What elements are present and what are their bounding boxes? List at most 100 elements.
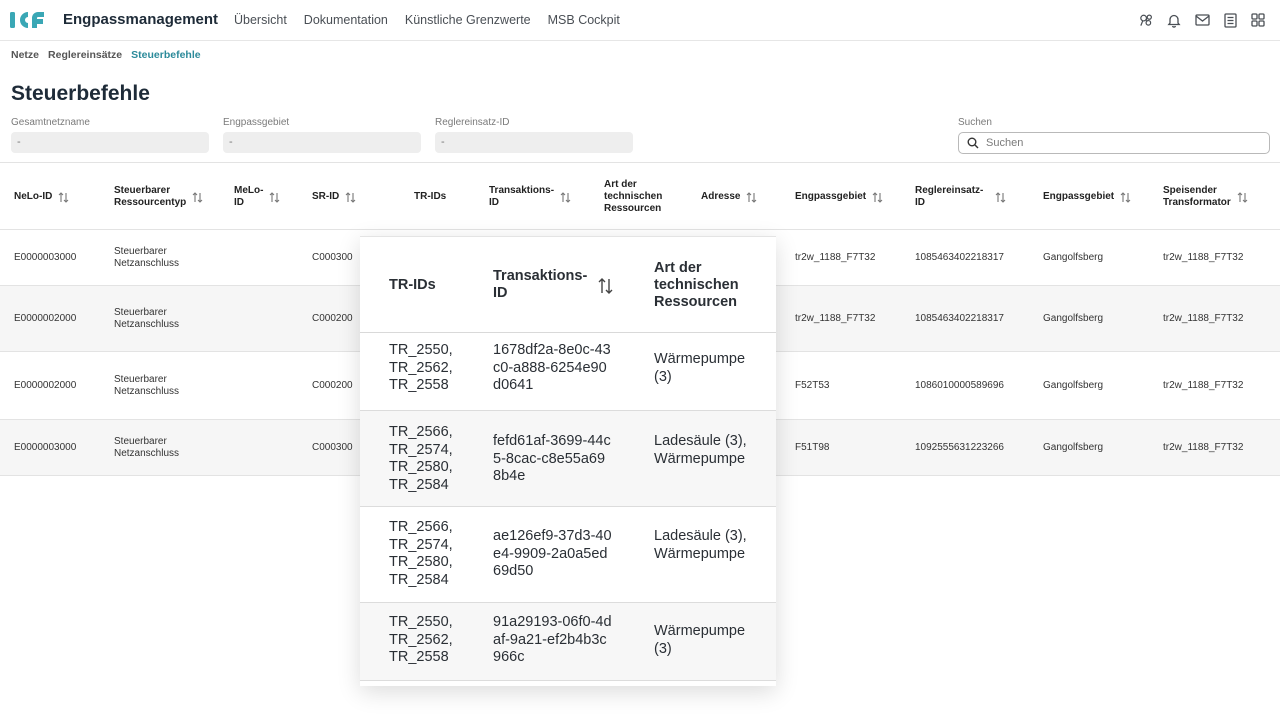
column-header-art-ressourcen[interactable]: Art der technischen Ressourcen (604, 163, 674, 231)
search-icon (967, 137, 979, 149)
search-filter: Suchen (958, 117, 1270, 154)
top-icon-group (1138, 12, 1266, 28)
cell-ressourcentyp: Steuerbarer Netzanschluss (114, 373, 180, 397)
column-header-label: Speisender Transformator (1163, 185, 1231, 208)
document-icon[interactable] (1222, 12, 1238, 28)
column-header-nelo-id[interactable]: NeLo-ID (14, 163, 69, 231)
table-header: NeLo-ID Steuerbarer Ressourcentyp MeLo-I… (0, 162, 1280, 230)
cell-ressourcentyp: Steuerbarer Netzanschluss (114, 306, 180, 330)
column-header-engpassgebiet-2[interactable]: Engpassgebiet (1043, 163, 1131, 231)
overlay-header-tr-ids[interactable]: TR-IDs (389, 277, 436, 294)
column-header-label: Transaktions-ID (489, 185, 555, 208)
column-header-melo-id[interactable]: MeLo-ID (234, 163, 280, 231)
column-header-sr-id[interactable]: SR-ID (312, 163, 356, 231)
breadcrumb-reglereinsaetze[interactable]: Reglereinsätze (48, 49, 122, 61)
network-icon[interactable] (1138, 12, 1154, 28)
breadcrumb: Netze Reglereinsätze Steuerbefehle (11, 49, 201, 61)
search-label: Suchen (958, 117, 992, 128)
cell-nelo-id: E0000002000 (14, 379, 77, 391)
cell-reglereinsatz-id: 1085463402218317 (915, 312, 1004, 324)
sort-icon[interactable] (1120, 191, 1131, 203)
column-header-speisender-transformator[interactable]: Speisender Transformator (1163, 163, 1248, 231)
column-header-reglereinsatz-id[interactable]: Reglereinsatz-ID (915, 163, 1006, 231)
sort-icon[interactable] (58, 191, 69, 203)
nav-item-kuenstliche-grenzwerte[interactable]: Künstliche Grenzwerte (405, 13, 531, 27)
cell-engpassgebiet-2: Gangolfsberg (1043, 441, 1104, 453)
cell-sr-id: C000200 (312, 379, 353, 391)
overlay-cell-tr-ids: TR_2550, TR_2562, TR_2558 (389, 342, 453, 393)
overlay-cell-tr-ids: TR_2550, TR_2562, TR_2558 (389, 614, 453, 665)
cell-sr-id: C000200 (312, 312, 353, 324)
sort-icon[interactable] (746, 191, 757, 203)
sort-icon[interactable] (192, 191, 203, 203)
overlay-cell-tr-ids: TR_2566, TR_2574, TR_2580, TR_2584 (389, 424, 453, 493)
column-header-label: Adresse (701, 191, 741, 202)
cell-transformator: tr2w_1188_F7T32 (1163, 251, 1244, 263)
overlay-cell-transaktions-id: 1678df2a-8e0c-43c0-a888-6254e90d0641 (493, 342, 611, 393)
filter-label: Gesamtnetzname (11, 117, 90, 128)
cell-nelo-id: E0000002000 (14, 312, 77, 324)
overlay-row[interactable]: TR_2566, TR_2574, TR_2580, TR_2584 fefd6… (360, 411, 776, 507)
grid-icon[interactable] (1250, 12, 1266, 28)
zoomed-columns-overlay: TR-IDs Transaktions-ID Art der technisch… (360, 236, 776, 686)
filter-reglereinsatz-id: Reglereinsatz-ID - (435, 117, 633, 153)
cell-engpassgebiet-2: Gangolfsberg (1043, 251, 1104, 263)
column-header-ressourcentyp[interactable]: Steuerbarer Ressourcentyp (114, 163, 203, 231)
mail-icon[interactable] (1194, 12, 1210, 28)
column-header-adresse[interactable]: Adresse (701, 163, 757, 231)
sort-icon[interactable] (1237, 191, 1248, 203)
breadcrumb-netze[interactable]: Netze (11, 49, 39, 61)
column-header-label: MeLo-ID (234, 185, 264, 208)
app-title[interactable]: Engpassmanagement (63, 11, 218, 28)
overlay-row[interactable]: TR_2566, TR_2574, TR_2580, TR_2584 ae126… (360, 507, 776, 603)
overlay-row[interactable]: TR_2550, TR_2562, TR_2558 1678df2a-8e0c-… (360, 333, 776, 411)
top-navigation-bar: Engpassmanagement Übersicht Dokumentatio… (0, 0, 1280, 41)
nav-item-msb-cockpit[interactable]: MSB Cockpit (548, 13, 620, 27)
filter-gesamtnetzname: Gesamtnetzname - (11, 117, 209, 153)
gesamtnetzname-select[interactable]: - (11, 132, 209, 153)
column-header-transaktions-id[interactable]: Transaktions-ID (489, 163, 571, 231)
cell-reglereinsatz-id: 1092555631223266 (915, 441, 1004, 453)
search-box[interactable] (958, 132, 1270, 154)
overlay-cell-transaktions-id: 91a29193-06f0-4daf-9a21-ef2b4b3c966c (493, 614, 612, 665)
column-header-tr-ids[interactable]: TR-IDs (414, 163, 446, 231)
sort-icon[interactable] (872, 191, 883, 203)
search-input[interactable] (986, 137, 1256, 149)
nav-item-dokumentation[interactable]: Dokumentation (304, 13, 388, 27)
sort-icon[interactable] (560, 191, 571, 203)
column-header-label: NeLo-ID (14, 191, 53, 202)
overlay-cell-art: Ladesäule (3), Wärmepumpe (654, 528, 747, 562)
sort-icon[interactable] (345, 191, 356, 203)
cell-transformator: tr2w_1188_F7T32 (1163, 312, 1244, 324)
overlay-cell-art: Wärmepumpe (3) (654, 351, 746, 385)
overlay-cell-transaktions-id: fefd61af-3699-44c5-8cac-c8e55a698b4e (493, 433, 611, 484)
company-logo[interactable] (10, 9, 48, 31)
sort-icon[interactable] (269, 191, 280, 203)
overlay-header: TR-IDs Transaktions-ID Art der technisch… (360, 237, 776, 333)
overlay-row[interactable]: TR_2550, TR_2562, TR_2558 91a29193-06f0-… (360, 603, 776, 681)
cell-transformator: tr2w_1188_F7T32 (1163, 441, 1244, 453)
cell-reglereinsatz-id: 1086010000589696 (915, 379, 1004, 391)
cell-engpassgebiet: F51T98 (795, 441, 830, 453)
column-header-label: TR-IDs (414, 191, 447, 202)
main-nav: Übersicht Dokumentation Künstliche Grenz… (234, 13, 637, 27)
overlay-header-transaktions-id[interactable]: Transaktions-ID (493, 268, 593, 302)
reglereinsatz-id-select[interactable]: - (435, 132, 633, 153)
nav-item-uebersicht[interactable]: Übersicht (234, 13, 287, 27)
sort-icon[interactable] (995, 191, 1006, 203)
cell-engpassgebiet: F52T53 (795, 379, 830, 391)
sort-icon[interactable] (598, 278, 613, 299)
column-header-engpassgebiet[interactable]: Engpassgebiet (795, 163, 883, 231)
cell-nelo-id: E0000003000 (14, 251, 77, 263)
filter-engpassgebiet: Engpassgebiet - (223, 117, 421, 153)
bell-icon[interactable] (1166, 12, 1182, 28)
cell-nelo-id: E0000003000 (14, 441, 77, 453)
overlay-cell-transaktions-id: ae126ef9-37d3-40e4-9909-2a0a5ed69d50 (493, 528, 612, 579)
engpassgebiet-select[interactable]: - (223, 132, 421, 153)
column-header-label: Engpassgebiet (795, 191, 867, 202)
filter-label: Reglereinsatz-ID (435, 117, 510, 128)
breadcrumb-steuerbefehle[interactable]: Steuerbefehle (131, 49, 200, 61)
overlay-cell-tr-ids: TR_2566, TR_2574, TR_2580, TR_2584 (389, 519, 453, 588)
overlay-header-art-ressourcen[interactable]: Art der technischen Ressourcen (654, 260, 764, 311)
overlay-cell-art: Ladesäule (3), Wärmepumpe (654, 433, 747, 467)
